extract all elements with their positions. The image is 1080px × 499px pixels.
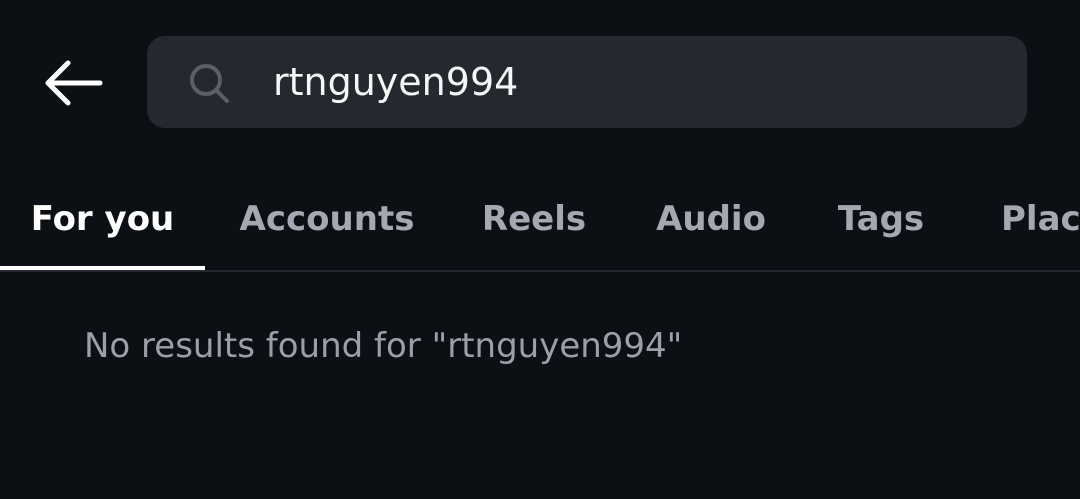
tab-reels[interactable]: Reels xyxy=(466,170,602,268)
tab-for-you[interactable]: For you xyxy=(0,170,205,268)
arrow-left-icon xyxy=(42,60,104,106)
tab-places[interactable]: Places xyxy=(1001,170,1080,268)
no-results-message: No results found for "rtnguyen994" xyxy=(84,326,683,366)
tab-bar: For you Accounts Reels Audio Tags Places xyxy=(0,170,1080,272)
search-icon xyxy=(187,61,231,105)
tabs-divider xyxy=(0,270,1080,272)
search-input[interactable] xyxy=(273,36,993,128)
tab-accounts[interactable]: Accounts xyxy=(226,170,428,268)
back-button[interactable] xyxy=(30,43,116,123)
tab-audio[interactable]: Audio xyxy=(642,170,780,268)
search-bar[interactable] xyxy=(147,36,1027,128)
tab-tags[interactable]: Tags xyxy=(822,170,940,268)
